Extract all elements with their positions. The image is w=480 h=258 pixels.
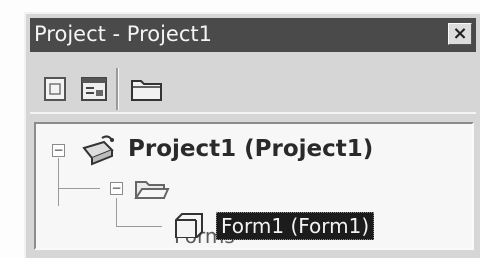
- tree-node-project[interactable]: − Project1 (Project1): [36, 124, 416, 168]
- open-folder-icon: [134, 181, 170, 199]
- close-icon: ×: [452, 23, 468, 44]
- toolbar: [30, 58, 476, 114]
- project-icon: [82, 135, 114, 166]
- form-label: Form1 (Form1): [216, 212, 375, 240]
- tree-node-forms-folder[interactable]: − Forms: [36, 168, 276, 248]
- tree-node-form[interactable]: Form1 (Form1): [36, 206, 416, 246]
- view-object-button[interactable]: [80, 76, 108, 102]
- titlebar[interactable]: Project - Project1 ×: [30, 18, 476, 52]
- view-object-icon: [81, 77, 107, 101]
- toolbar-separator: [116, 68, 119, 110]
- form-icon: [175, 213, 203, 238]
- folder-icon: [131, 80, 162, 101]
- collapse-toggle[interactable]: −: [52, 144, 65, 157]
- view-code-button[interactable]: [42, 76, 70, 102]
- clipped-text-fragment: [0, 0, 480, 10]
- close-button[interactable]: ×: [448, 23, 472, 45]
- project-label: Project1 (Project1): [128, 136, 374, 162]
- toggle-folders-button[interactable]: [130, 76, 164, 102]
- project-treeview[interactable]: − Project1 (Project1) − Forms Form1 (For…: [34, 122, 474, 250]
- collapse-toggle[interactable]: −: [110, 182, 123, 195]
- view-code-icon: [44, 77, 66, 101]
- project-explorer-window: Project - Project1 × − Project1 (Project…: [24, 12, 480, 258]
- window-title: Project - Project1: [34, 22, 212, 46]
